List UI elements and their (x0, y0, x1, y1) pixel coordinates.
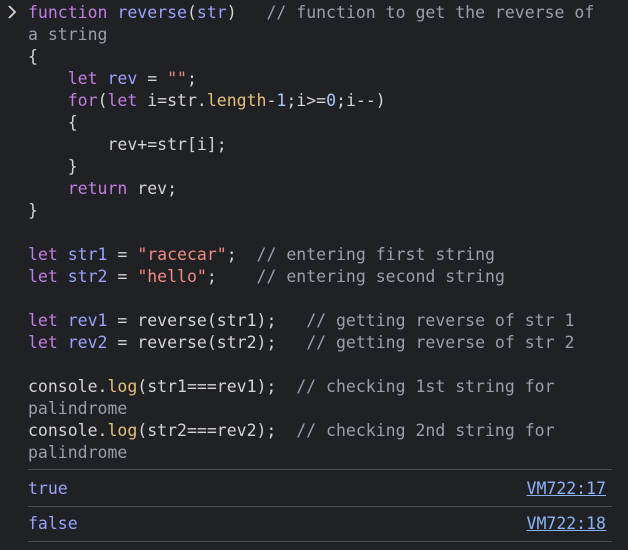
code-line: } (28, 156, 624, 178)
code-token: 0 (326, 91, 337, 110)
code-token: rev+=str[i]; (28, 135, 227, 154)
output-divider (28, 541, 612, 542)
code-line: palindrome (28, 398, 624, 420)
devtools-console: function reverse(str) // function to get… (0, 0, 628, 550)
code-token: rev2 (67, 333, 108, 352)
source-link[interactable]: VM722:17 (527, 478, 606, 500)
code-token: // entering first string (256, 245, 495, 264)
code-token: (str1===rev1); (137, 377, 297, 396)
code-token: console. (28, 377, 108, 396)
code-token: for (67, 91, 98, 110)
code-token: return (67, 179, 128, 198)
code-line: { (28, 112, 624, 134)
console-output-row: true VM722:17 (28, 472, 612, 506)
output-divider (28, 469, 612, 470)
code-token: - (266, 91, 277, 110)
code-token: ;i--) (336, 91, 386, 110)
code-line: a string (28, 24, 624, 46)
code-token: ; (206, 267, 257, 286)
code-token: // getting reverse of str 2 (306, 333, 575, 352)
code-token: ( (97, 91, 108, 110)
code-token: rev (107, 69, 138, 88)
code-line: return rev; (28, 178, 624, 200)
code-token: str1 (67, 245, 108, 264)
code-token: reverse (117, 3, 187, 22)
code-line: rev+=str[i]; (28, 134, 624, 156)
code-line: let str1 = "racecar"; // entering first … (28, 244, 624, 266)
code-token: function (28, 3, 118, 22)
code-token: palindrome (28, 443, 128, 462)
code-token: let (28, 311, 58, 330)
code-token: "hello" (137, 267, 207, 286)
code-token: let (67, 69, 98, 88)
code-token: { (28, 113, 78, 132)
code-token: let (28, 245, 58, 264)
code-line: console.log(str2===rev2); // checking 2n… (28, 420, 624, 442)
code-token: // entering second string (256, 267, 505, 286)
code-token: = reverse(str2); (107, 333, 307, 352)
code-line: console.log(str1===rev1); // checking 1s… (28, 376, 624, 398)
code-token: = reverse(str1); (107, 311, 307, 330)
code-line: let rev2 = reverse(str2); // getting rev… (28, 332, 624, 354)
code-token: = (107, 267, 138, 286)
code-line: function reverse(str) // function to get… (28, 2, 624, 24)
code-token: palindrome (28, 399, 128, 418)
code-token: } (28, 201, 38, 220)
code-token: rev; (127, 179, 178, 198)
code-token: let (28, 267, 58, 286)
code-token: ; (187, 69, 197, 88)
code-token: "" (167, 69, 187, 88)
code-token: length (206, 91, 267, 110)
code-token: log (107, 421, 138, 440)
source-link[interactable]: VM722:18 (527, 513, 606, 535)
console-output-row: false VM722:18 (28, 507, 612, 541)
code-token: // getting reverse of str 1 (306, 311, 575, 330)
code-line: for(let i=str.length-1;i>=0;i--) (28, 90, 624, 112)
code-token: (str2===rev2); (137, 421, 297, 440)
code-line: palindrome (28, 442, 624, 464)
code-line: let str2 = "hello"; // entering second s… (28, 266, 624, 288)
code-token: = (107, 245, 138, 264)
code-token: console. (28, 421, 108, 440)
output-value: true (28, 479, 68, 498)
code-token: ) (226, 3, 267, 22)
code-line: { (28, 46, 624, 68)
code-token: // checking 2nd string for (296, 421, 555, 440)
chevron-right-icon (8, 5, 17, 19)
code-token: i=str. (137, 91, 207, 110)
console-input-code[interactable]: function reverse(str) // function to get… (28, 2, 624, 464)
code-token: ( (186, 3, 197, 22)
code-token: = (137, 69, 168, 88)
code-token: let (28, 333, 58, 352)
code-token: let (107, 91, 138, 110)
code-token: str2 (67, 267, 108, 286)
code-token: } (28, 157, 78, 176)
code-token: rev1 (67, 311, 108, 330)
code-token: ;i>= (286, 91, 327, 110)
code-token: ; (226, 245, 257, 264)
code-line: } (28, 200, 624, 222)
code-token: str (196, 3, 227, 22)
code-token: a string (28, 25, 108, 44)
code-token: "racecar" (137, 245, 227, 264)
code-token: { (28, 47, 38, 66)
code-token: // checking 1st string for (296, 377, 555, 396)
output-value: false (28, 514, 78, 533)
code-line: let rev = ""; (28, 68, 624, 90)
code-token: log (107, 377, 138, 396)
code-token: // function to get the reverse of (266, 3, 595, 22)
code-line: let rev1 = reverse(str1); // getting rev… (28, 310, 624, 332)
code-token: 1 (276, 91, 287, 110)
